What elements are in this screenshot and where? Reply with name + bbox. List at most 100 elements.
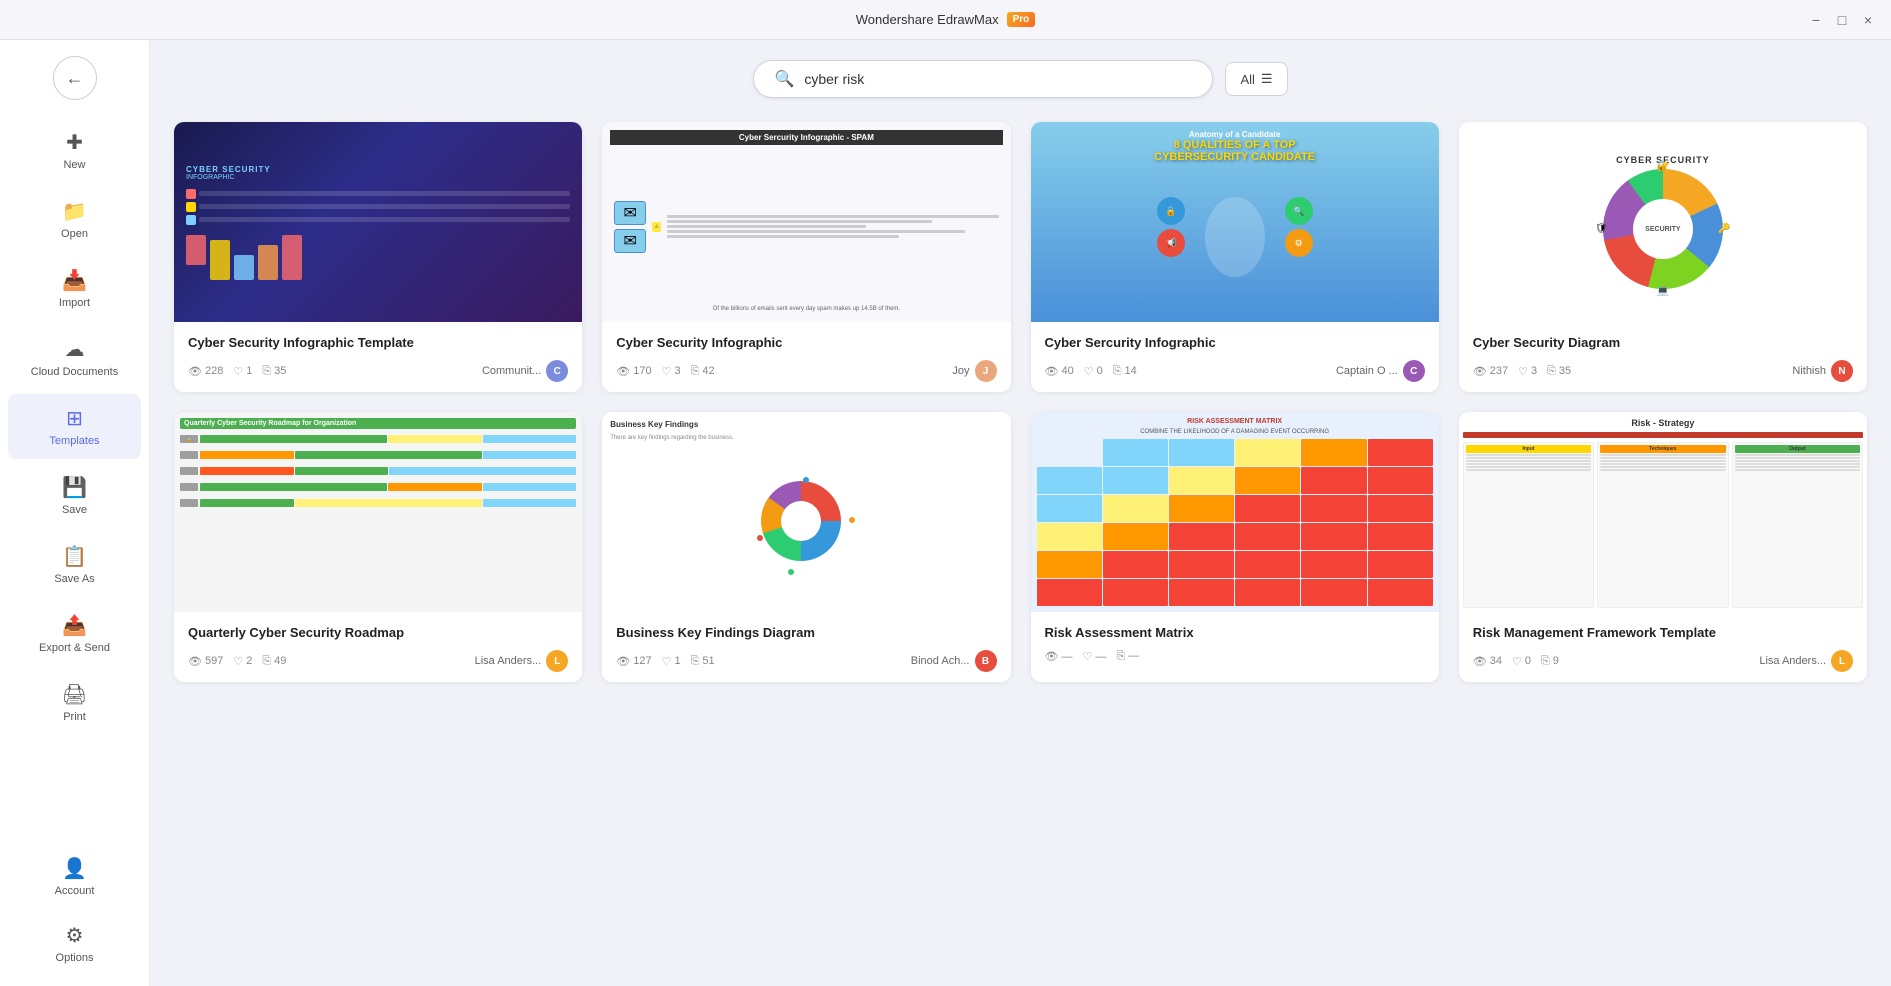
views-4: 👁 597 bbox=[188, 655, 223, 668]
template-card-qualities[interactable]: Anatomy of a Candidate 8 QUALITIES OF A … bbox=[1031, 122, 1439, 392]
cloud-icon: ☁ bbox=[65, 337, 85, 362]
template-meta-6: 👁 — ♡ — ⎘ — bbox=[1045, 650, 1425, 663]
copies-7: ⎘ 9 bbox=[1541, 655, 1559, 668]
likes-1: ♡ 3 bbox=[662, 365, 681, 378]
likes-4: ♡ 2 bbox=[233, 655, 252, 668]
author-2: Captain O ... C bbox=[1336, 360, 1425, 382]
likes-2: ♡ 0 bbox=[1084, 365, 1103, 378]
app-name: Wondershare EdrawMax bbox=[856, 12, 999, 27]
template-thumbnail-0: CYBER SECURITY INFOGRAPHIC bbox=[174, 122, 582, 322]
template-title-7: Risk Management Framework Template bbox=[1473, 624, 1853, 642]
author-5: Binod Ach... B bbox=[911, 650, 997, 672]
sidebar-item-open[interactable]: 📁 Open bbox=[8, 187, 141, 252]
author-7: Lisa Anders... L bbox=[1759, 650, 1853, 672]
sidebar-label-save: Save bbox=[62, 504, 87, 516]
template-card-cyber-infographic[interactable]: CYBER SECURITY INFOGRAPHIC bbox=[174, 122, 582, 392]
views-7: 👁 34 bbox=[1473, 655, 1502, 668]
views-0: 👁 228 bbox=[188, 365, 223, 378]
template-meta-1: 👁 170 ♡ 3 ⎘ 42 Joy J bbox=[616, 360, 996, 382]
maximize-button[interactable]: □ bbox=[1835, 13, 1849, 27]
close-button[interactable]: × bbox=[1861, 13, 1875, 27]
template-thumbnail-3: CYBER SECURITY SECURITY 🔐 💻 🛡 🔑 bbox=[1459, 122, 1867, 322]
import-icon: 📥 bbox=[62, 268, 87, 293]
sidebar: ← ✚ New 📁 Open 📥 Import ☁ Cloud Document… bbox=[0, 40, 150, 986]
template-meta-3: 👁 237 ♡ 3 ⎘ 35 Nithish N bbox=[1473, 360, 1853, 382]
sidebar-item-account[interactable]: 👤 Account bbox=[8, 844, 141, 909]
template-card-spam[interactable]: Cyber Sercurity Infographic - SPAM ✉ ✉ ⚠ bbox=[602, 122, 1010, 392]
export-icon: 📤 bbox=[62, 613, 87, 638]
author-0: Communit... C bbox=[482, 360, 568, 382]
template-card-riskstrategy[interactable]: Risk - Strategy Input bbox=[1459, 412, 1867, 682]
sidebar-label-import: Import bbox=[59, 297, 90, 309]
save-icon: 💾 bbox=[62, 475, 87, 500]
template-info-6: Risk Assessment Matrix 👁 — ♡ — ⎘ — bbox=[1031, 612, 1439, 673]
views-1: 👁 170 bbox=[616, 365, 651, 378]
template-thumbnail-2: Anatomy of a Candidate 8 QUALITIES OF A … bbox=[1031, 122, 1439, 322]
template-meta-2: 👁 40 ♡ 0 ⎘ 14 Captain O ... C bbox=[1045, 360, 1425, 382]
filter-label: All bbox=[1240, 72, 1254, 87]
search-input[interactable] bbox=[804, 71, 1192, 87]
template-thumbnail-6: RISK ASSESSMENT MATRIX COMBINE THE LIKEL… bbox=[1031, 412, 1439, 612]
sidebar-spacer bbox=[0, 737, 149, 842]
search-bar: 🔍 bbox=[753, 60, 1213, 98]
sidebar-item-export[interactable]: 📤 Export & Send bbox=[8, 601, 141, 666]
template-title-5: Business Key Findings Diagram bbox=[616, 624, 996, 642]
likes-0: ♡ 1 bbox=[233, 365, 252, 378]
search-icon: 🔍 bbox=[774, 69, 794, 89]
template-info-4: Quarterly Cyber Security Roadmap 👁 597 ♡… bbox=[174, 612, 582, 682]
likes-7: ♡ 0 bbox=[1512, 655, 1531, 668]
template-card-riskmatrix[interactable]: RISK ASSESSMENT MATRIX COMBINE THE LIKEL… bbox=[1031, 412, 1439, 682]
sidebar-item-new[interactable]: ✚ New bbox=[8, 118, 141, 183]
template-info-1: Cyber Security Infographic 👁 170 ♡ 3 ⎘ 4… bbox=[602, 322, 1010, 392]
sidebar-item-options[interactable]: ⚙ Options bbox=[8, 911, 141, 976]
template-info-3: Cyber Security Diagram 👁 237 ♡ 3 ⎘ 35 Ni… bbox=[1459, 322, 1867, 392]
template-title-3: Cyber Security Diagram bbox=[1473, 334, 1853, 352]
template-card-bizkey[interactable]: Business Key Findings There are key find… bbox=[602, 412, 1010, 682]
print-icon: 🖨 bbox=[62, 682, 87, 707]
copies-4: ⎘ 49 bbox=[262, 655, 286, 668]
copies-5: ⎘ 51 bbox=[691, 655, 715, 668]
copies-1: ⎘ 42 bbox=[691, 365, 715, 378]
sidebar-item-import[interactable]: 📥 Import bbox=[8, 256, 141, 321]
filter-button[interactable]: All ☰ bbox=[1225, 62, 1287, 96]
author-3: Nithish N bbox=[1792, 360, 1853, 382]
template-info-2: Cyber Sercurity Infographic 👁 40 ♡ 0 ⎘ 1… bbox=[1031, 322, 1439, 392]
copies-0: ⎘ 35 bbox=[262, 365, 286, 378]
back-button[interactable]: ← bbox=[53, 56, 97, 100]
sidebar-label-templates: Templates bbox=[49, 435, 99, 447]
copies-3: ⎘ 35 bbox=[1547, 365, 1571, 378]
minimize-button[interactable]: − bbox=[1809, 13, 1823, 27]
template-title-6: Risk Assessment Matrix bbox=[1045, 624, 1425, 642]
sidebar-item-cloud[interactable]: ☁ Cloud Documents bbox=[8, 325, 141, 390]
app-title: Wondershare EdrawMax Pro bbox=[856, 12, 1036, 27]
saveas-icon: 📋 bbox=[62, 544, 87, 569]
template-thumbnail-1: Cyber Sercurity Infographic - SPAM ✉ ✉ ⚠ bbox=[602, 122, 1010, 322]
template-meta-4: 👁 597 ♡ 2 ⎘ 49 Lisa Anders... L bbox=[188, 650, 568, 672]
sidebar-item-print[interactable]: 🖨 Print bbox=[8, 670, 141, 735]
likes-6: ♡ — bbox=[1083, 650, 1107, 663]
search-bar-wrapper: 🔍 All ☰ bbox=[174, 60, 1867, 98]
sidebar-item-templates[interactable]: ⊞ Templates bbox=[8, 394, 141, 459]
template-card-roadmap[interactable]: Quarterly Cyber Security Roadmap for Org… bbox=[174, 412, 582, 682]
sidebar-label-saveas: Save As bbox=[54, 573, 94, 585]
sidebar-bottom: 👤 Account ⚙ Options bbox=[0, 842, 149, 986]
titlebar: Wondershare EdrawMax Pro − □ × bbox=[0, 0, 1891, 40]
avatar-3: N bbox=[1831, 360, 1853, 382]
views-3: 👁 237 bbox=[1473, 365, 1508, 378]
author-4: Lisa Anders... L bbox=[475, 650, 569, 672]
avatar-7: L bbox=[1831, 650, 1853, 672]
sidebar-label-options: Options bbox=[56, 952, 94, 964]
template-title-4: Quarterly Cyber Security Roadmap bbox=[188, 624, 568, 642]
filter-chevron-icon: ☰ bbox=[1261, 71, 1273, 87]
sidebar-label-open: Open bbox=[61, 228, 88, 240]
template-card-diagram[interactable]: CYBER SECURITY SECURITY 🔐 💻 🛡 🔑 bbox=[1459, 122, 1867, 392]
sidebar-item-saveas[interactable]: 📋 Save As bbox=[8, 532, 141, 597]
template-thumbnail-5: Business Key Findings There are key find… bbox=[602, 412, 1010, 612]
template-thumbnail-4: Quarterly Cyber Security Roadmap for Org… bbox=[174, 412, 582, 612]
avatar-0: C bbox=[546, 360, 568, 382]
template-thumbnail-7: Risk - Strategy Input bbox=[1459, 412, 1867, 612]
avatar-5: B bbox=[975, 650, 997, 672]
template-meta-0: 👁 228 ♡ 1 ⎘ 35 Communit... C bbox=[188, 360, 568, 382]
views-2: 👁 40 bbox=[1045, 365, 1074, 378]
sidebar-item-save[interactable]: 💾 Save bbox=[8, 463, 141, 528]
